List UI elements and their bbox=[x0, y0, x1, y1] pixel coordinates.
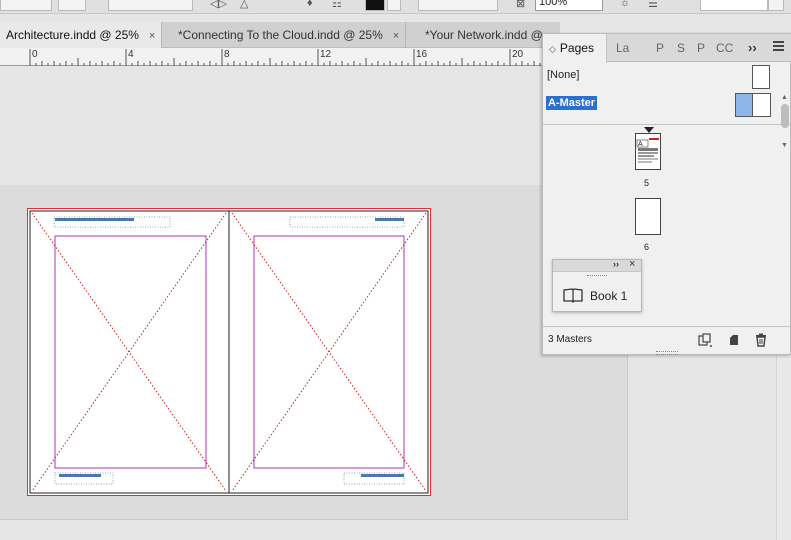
flip-vertical-icon[interactable]: △ bbox=[240, 0, 248, 10]
page-thumbnail-5[interactable]: A bbox=[635, 133, 661, 170]
ruler-label: 4 bbox=[128, 49, 134, 60]
book-panel-grip[interactable] bbox=[587, 275, 607, 278]
collapse-panel-icon[interactable]: ›› bbox=[748, 40, 757, 55]
control-bar: ◁▷ △ ♦ ⚏ ⊠ 100% ☼ ☰ bbox=[0, 0, 791, 14]
align-icon[interactable]: ♦ bbox=[307, 0, 313, 9]
expand-panel-icon[interactable]: ›› bbox=[613, 259, 619, 269]
footer-rule-left bbox=[59, 474, 101, 477]
header-rule-right bbox=[375, 218, 404, 221]
page-5-preview: A bbox=[636, 138, 659, 163]
header-rule-left bbox=[55, 218, 134, 221]
effects-icon[interactable]: ☼ bbox=[620, 0, 630, 9]
delete-page-icon[interactable] bbox=[753, 332, 769, 348]
a-master-label[interactable]: A-Master bbox=[546, 96, 598, 110]
book-icon[interactable] bbox=[563, 287, 583, 303]
masters-section: [None] A-Master ▲ ▼ bbox=[543, 62, 791, 149]
master-none-label[interactable]: [None] bbox=[547, 69, 579, 81]
book-panel: ›› × Book 1 bbox=[552, 258, 642, 312]
zoom-field[interactable]: 100% bbox=[535, 0, 603, 11]
opacity-icon: ⊠ bbox=[516, 0, 526, 10]
flip-horizontal-icon[interactable]: ◁▷ bbox=[210, 0, 227, 10]
book-panel-label[interactable]: Book 1 bbox=[590, 289, 627, 303]
weight-field[interactable] bbox=[58, 0, 86, 11]
ruler-label: 12 bbox=[320, 49, 332, 60]
panel-menu-icon[interactable] bbox=[773, 41, 784, 52]
tab-swatches[interactable]: S bbox=[677, 34, 685, 62]
masters-scrollbar[interactable]: ▲ ▼ bbox=[780, 92, 790, 152]
close-panel-icon[interactable]: × bbox=[629, 258, 635, 270]
scroll-up-icon[interactable]: ▲ bbox=[781, 94, 788, 101]
close-tab-icon[interactable]: × bbox=[149, 30, 155, 42]
book-panel-header[interactable]: ›› × bbox=[553, 258, 641, 272]
fill-swatch[interactable] bbox=[365, 0, 385, 11]
close-tab-icon[interactable]: × bbox=[393, 30, 399, 42]
page-thumbnail-6[interactable] bbox=[635, 198, 661, 235]
text-wrap-icon[interactable]: ☰ bbox=[648, 0, 658, 10]
scroll-down-icon[interactable]: ▼ bbox=[781, 142, 788, 149]
new-page-icon[interactable] bbox=[726, 332, 742, 348]
spread-graphic bbox=[29, 210, 429, 494]
tab-connecting-to-the-cloud[interactable]: *Connecting To the Cloud.indd @ 25% × bbox=[172, 22, 407, 48]
tab-cc-libraries[interactable]: CC bbox=[716, 34, 733, 62]
panel-tab-bar: ◇ Pages La P S P CC ›› bbox=[543, 34, 791, 63]
masters-count: 3 Masters bbox=[548, 334, 592, 345]
ruler-label: 0 bbox=[32, 49, 38, 60]
page-number-6: 6 bbox=[644, 242, 650, 252]
tab-your-network[interactable]: *Your Network.indd @ bbox=[419, 22, 549, 48]
tab-pages-label: Pages bbox=[559, 41, 594, 55]
vertical-scrollbar[interactable] bbox=[776, 355, 791, 540]
ruler-label: 20 bbox=[512, 49, 524, 60]
scroll-thumb[interactable] bbox=[781, 104, 789, 128]
pages-panel-footer: 3 Masters bbox=[543, 326, 791, 354]
tab-label: *Connecting To the Cloud.indd @ 25% bbox=[178, 28, 383, 42]
horizontal-ruler[interactable]: 0 4 8 12 16 20 bbox=[0, 48, 560, 66]
svg-text:A: A bbox=[638, 141, 643, 148]
footer-rule-right bbox=[361, 474, 404, 477]
next-arrow-button[interactable] bbox=[387, 0, 401, 11]
tab-label: Architecture.indd @ 25% bbox=[6, 28, 139, 42]
ruler-label: 8 bbox=[224, 49, 230, 60]
tab-properties[interactable]: P bbox=[697, 34, 705, 62]
panel-resize-grip[interactable] bbox=[656, 351, 678, 355]
reference-field[interactable] bbox=[700, 0, 768, 11]
tab-label: *Your Network.indd @ bbox=[425, 28, 543, 42]
tab-pages[interactable]: ◇ Pages bbox=[543, 34, 607, 63]
master-spread[interactable] bbox=[27, 208, 431, 496]
reference-dropdown[interactable] bbox=[768, 0, 784, 11]
master-none-thumbnail[interactable] bbox=[752, 65, 770, 89]
document-tab-bar: Architecture.indd @ 25% × *Connecting To … bbox=[0, 22, 560, 48]
tab-paragraph[interactable]: P bbox=[656, 34, 664, 62]
tab-architecture[interactable]: Architecture.indd @ 25% × bbox=[0, 22, 163, 48]
page-number-5: 5 bbox=[644, 178, 650, 188]
a-master-thumbnail[interactable] bbox=[735, 93, 771, 117]
tab-layers[interactable]: La bbox=[616, 34, 629, 62]
stroke-weight-select[interactable] bbox=[418, 0, 498, 11]
edit-page-size-icon[interactable] bbox=[697, 332, 713, 348]
ruler-label: 16 bbox=[416, 49, 428, 60]
distribute-icon[interactable]: ⚏ bbox=[332, 0, 342, 10]
sort-icon: ◇ bbox=[549, 44, 556, 54]
ruler-ticks bbox=[29, 49, 559, 66]
stroke-style-select[interactable] bbox=[0, 0, 52, 11]
font-style-select[interactable] bbox=[108, 0, 193, 11]
